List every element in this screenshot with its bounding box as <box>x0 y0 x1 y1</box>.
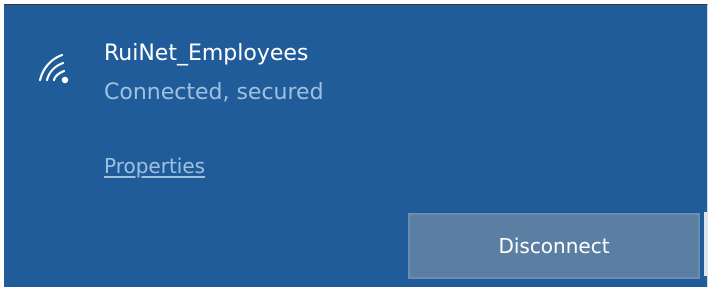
network-name: RuiNet_Employees <box>104 41 309 66</box>
disconnect-button[interactable]: Disconnect <box>408 213 700 279</box>
connected-network-item[interactable]: RuiNet_Employees Connected, secured Prop… <box>4 5 707 205</box>
wifi-secured-icon <box>38 53 69 84</box>
connection-status: Connected, secured <box>104 80 324 105</box>
properties-link[interactable]: Properties <box>104 153 205 179</box>
wifi-network-panel: RuiNet_Employees Connected, secured Prop… <box>4 4 708 287</box>
panel-edge <box>704 212 708 276</box>
network-flyout: RuiNet_Employees Connected, secured Prop… <box>0 0 715 295</box>
